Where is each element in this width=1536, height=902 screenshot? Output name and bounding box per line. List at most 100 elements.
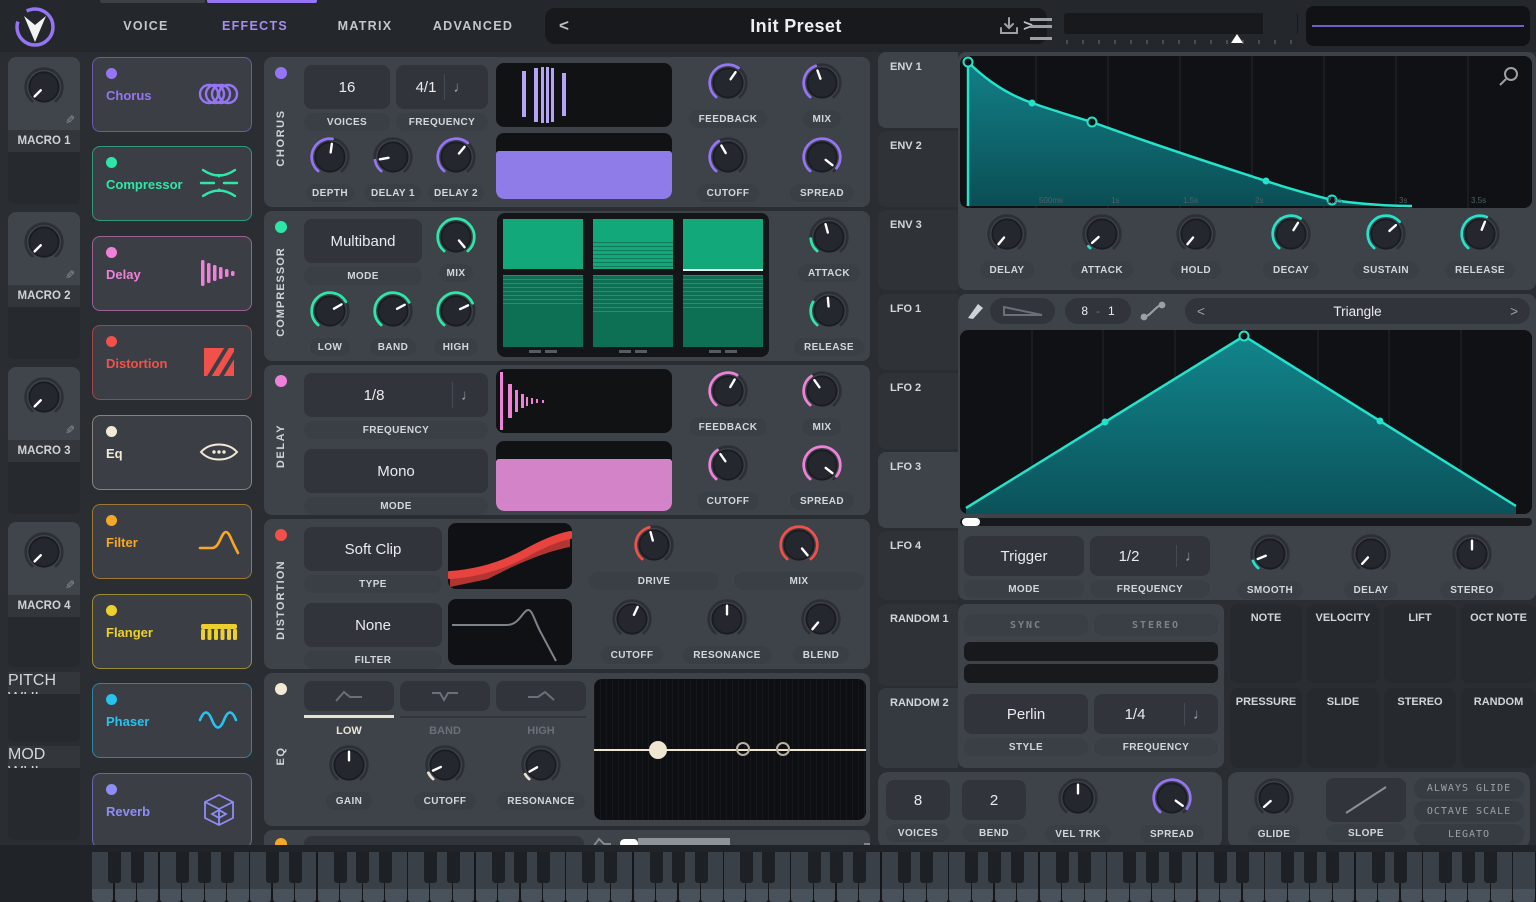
piano-key-white[interactable]	[1513, 852, 1535, 902]
compressor-low-knob[interactable]	[308, 289, 352, 333]
chorus-power-dot[interactable]	[106, 68, 117, 79]
eq-band-band-tab[interactable]: BAND	[400, 725, 490, 737]
macro-2-knob[interactable]	[22, 220, 66, 264]
delay-spread-knob[interactable]	[800, 443, 844, 487]
chorus-section-power-dot[interactable]	[275, 67, 287, 79]
chorus-spread-knob[interactable]	[800, 135, 844, 179]
piano-key-black[interactable]	[333, 852, 347, 883]
piano-key-black[interactable]	[1461, 852, 1475, 883]
mod-source-oct-note[interactable]: OCT NOTE	[1461, 604, 1536, 683]
fx-card-chorus[interactable]: Chorus	[92, 57, 252, 132]
flanger-power-dot[interactable]	[106, 605, 117, 616]
wave-next-icon[interactable]: >	[1510, 304, 1518, 319]
mod-source-stereo[interactable]: STEREO	[1384, 688, 1456, 768]
compressor-attack-knob[interactable]	[807, 215, 851, 259]
piano-key-black[interactable]	[1145, 852, 1159, 883]
distortion-drive-knob[interactable]	[632, 523, 676, 567]
env-sustain-knob[interactable]	[1364, 212, 1408, 256]
env-release-knob[interactable]	[1458, 212, 1502, 256]
chorus-voices-value[interactable]: 16	[304, 65, 390, 109]
piano-key-black[interactable]	[1055, 852, 1069, 883]
lfo-display[interactable]	[960, 330, 1532, 514]
piano-key-black[interactable]	[762, 852, 776, 883]
wave-prev-icon[interactable]: <	[1197, 304, 1205, 319]
delay-section-power-dot[interactable]	[275, 375, 287, 387]
piano-key-black[interactable]	[739, 852, 753, 883]
reverb-power-dot[interactable]	[106, 784, 117, 795]
piano-key-black[interactable]	[807, 852, 821, 883]
eq-resonance-knob[interactable]	[519, 743, 563, 787]
macro-3-knob[interactable]	[22, 375, 66, 419]
piano-key-black[interactable]	[1326, 852, 1340, 883]
chorus-frequency-value[interactable]: 4/1 ♩	[396, 65, 488, 109]
chorus-feedback-knob[interactable]	[706, 61, 750, 105]
vel-trk-knob[interactable]	[1056, 776, 1100, 820]
random-style-value[interactable]: Perlin	[964, 694, 1088, 734]
piano-key-black[interactable]	[1394, 852, 1408, 883]
fx-card-phaser[interactable]: Phaser	[92, 683, 252, 758]
envelope-display[interactable]: 500ms 1s 1.5s 2s 2.5s 3s 3.5s	[960, 56, 1532, 208]
voices-value[interactable]: 8	[886, 780, 950, 820]
octave-scale-button[interactable]: OCTAVE SCALE	[1414, 801, 1524, 822]
tab-lfo-1[interactable]: LFO 1	[878, 294, 958, 370]
mod-source-pressure[interactable]: PRESSURE	[1230, 688, 1302, 768]
delay-filter-display[interactable]	[496, 441, 672, 511]
compressor-power-dot[interactable]	[106, 157, 117, 168]
lfo-phase-slider[interactable]	[960, 518, 1532, 526]
fx-card-eq[interactable]: Eq	[92, 415, 252, 490]
preset-browser[interactable]: < Init Preset >	[545, 8, 1047, 44]
eq-node-band[interactable]	[736, 742, 750, 756]
tab-effects[interactable]: EFFECTS	[222, 19, 288, 33]
lfo-grid-selector[interactable]: 8-1	[1065, 298, 1131, 324]
delay-mix-knob[interactable]	[800, 369, 844, 413]
note-icon[interactable]: ♩	[461, 387, 476, 404]
piano-key-black[interactable]	[1123, 852, 1137, 883]
piano-key-black[interactable]	[1439, 852, 1453, 883]
piano-key-black[interactable]	[446, 852, 460, 883]
fx-card-flanger[interactable]: Flanger	[92, 594, 252, 669]
distortion-mix-knob[interactable]	[777, 523, 821, 567]
mod-source-lift[interactable]: LIFT	[1384, 604, 1456, 683]
delay-feedback-knob[interactable]	[706, 369, 750, 413]
legato-button[interactable]: LEGATO	[1414, 824, 1524, 845]
piano-key-black[interactable]	[356, 852, 370, 883]
delay-frequency-value[interactable]: 1/8 ♩	[304, 373, 488, 417]
chorus-cutoff-knob[interactable]	[706, 135, 750, 179]
piano-key-black[interactable]	[920, 852, 934, 883]
piano-key-black[interactable]	[1371, 852, 1385, 883]
mod-source-note[interactable]: NOTE	[1230, 604, 1302, 683]
lfo-wave-selector[interactable]: < Triangle >	[1185, 298, 1530, 324]
glide-slope-display[interactable]	[1326, 778, 1406, 822]
distortion-type-value[interactable]: Soft Clip	[304, 527, 442, 571]
tab-advanced[interactable]: ADVANCED	[433, 19, 513, 33]
tab-matrix[interactable]: MATRIX	[338, 19, 393, 33]
piano-key-black[interactable]	[378, 852, 392, 883]
preset-name[interactable]: Init Preset	[750, 16, 841, 37]
chorus-mix-knob[interactable]	[800, 61, 844, 105]
note-icon[interactable]: ♩	[453, 79, 468, 96]
compressor-section-power-dot[interactable]	[275, 221, 287, 233]
distortion-cutoff-knob[interactable]	[610, 597, 654, 641]
edit-pencil-icon[interactable]: ✎	[65, 578, 75, 592]
piano-key-black[interactable]	[130, 852, 144, 883]
piano-key-black[interactable]	[649, 852, 663, 883]
delay-mode-value[interactable]: Mono	[304, 449, 488, 493]
piano-key-black[interactable]	[1303, 852, 1317, 883]
eq-node-high[interactable]	[776, 742, 790, 756]
volume-handle[interactable]	[1231, 34, 1243, 43]
compressor-mix-knob[interactable]	[434, 215, 478, 259]
eq-gain-knob[interactable]	[327, 743, 371, 787]
piano-key-black[interactable]	[423, 852, 437, 883]
piano-key-black[interactable]	[694, 852, 708, 883]
fx-card-distortion[interactable]: Distortion	[92, 325, 252, 400]
piano-keyboard[interactable]	[92, 852, 1536, 902]
chorus-delay1-knob[interactable]	[371, 135, 415, 179]
mod-source-slide[interactable]: SLIDE	[1307, 688, 1379, 768]
random-sync-button[interactable]: SYNC	[964, 614, 1088, 636]
compressor-release-knob[interactable]	[807, 289, 851, 333]
filter-power-dot[interactable]	[106, 515, 117, 526]
eq-power-dot[interactable]	[106, 426, 117, 437]
env-decay-knob[interactable]	[1269, 212, 1313, 256]
edit-pencil-icon[interactable]: ✎	[65, 268, 75, 282]
tab-env-3[interactable]: ENV 3	[878, 210, 958, 290]
